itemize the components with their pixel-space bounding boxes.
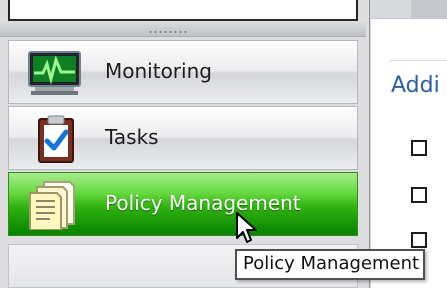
add-link[interactable]: Addi <box>391 72 440 100</box>
nav-item-monitoring[interactable]: Monitoring <box>8 40 358 104</box>
option-checkbox-3[interactable] <box>411 232 427 248</box>
details-top-bar-chip <box>411 0 447 18</box>
application-window: Monitoring Tasks Policy Management Addi … <box>0 0 447 288</box>
nav-item-policy-management[interactable]: Policy Management <box>8 172 358 236</box>
policy-management-tooltip: Policy Management <box>235 249 425 280</box>
navigation-splitter[interactable] <box>0 22 366 37</box>
policy-management-icon <box>29 181 75 230</box>
navigation-top-area <box>8 0 358 21</box>
navigation-pane: Monitoring Tasks Policy Management <box>0 0 370 288</box>
option-checkbox-2[interactable] <box>411 187 427 203</box>
details-pane: Addi <box>371 0 447 288</box>
nav-item-label-tasks: Tasks <box>105 125 159 149</box>
nav-item-label-monitoring: Monitoring <box>105 59 212 83</box>
nav-item-label-policy-management: Policy Management <box>105 191 301 215</box>
details-divider <box>389 60 447 61</box>
details-top-bar <box>371 0 447 19</box>
tasks-icon <box>38 115 74 163</box>
splitter-grip[interactable] <box>148 31 188 33</box>
monitoring-icon <box>28 51 81 95</box>
nav-item-tasks[interactable]: Tasks <box>8 106 358 170</box>
option-checkbox-1[interactable] <box>411 140 427 156</box>
